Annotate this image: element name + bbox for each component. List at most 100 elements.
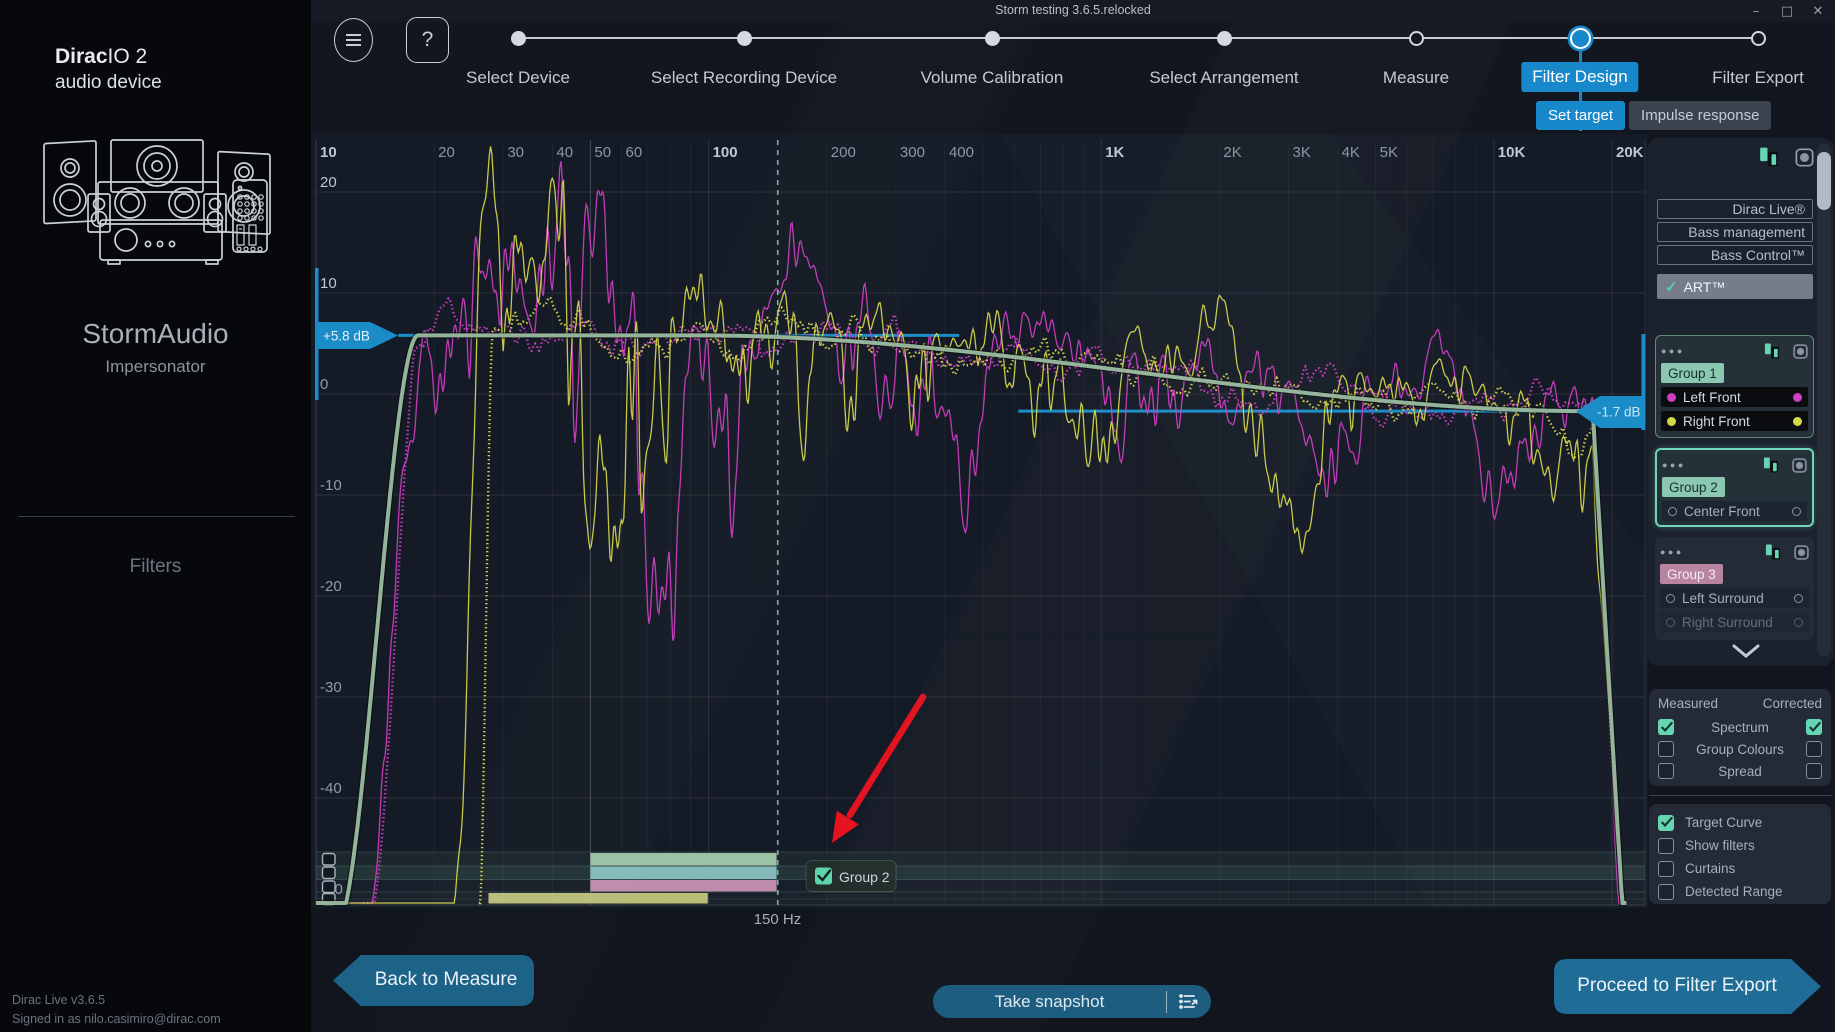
sidebar: DiracIO 2 audio device StormAudio Impers… — [0, 0, 311, 1032]
x-tick-label: 40 — [556, 144, 573, 161]
group-chip[interactable]: Group 1 — [1661, 363, 1724, 383]
step-dot-volume-calibration[interactable] — [984, 31, 1000, 46]
group-target-icon[interactable] — [1794, 544, 1809, 560]
step-label-filter-design[interactable]: Filter Design — [1521, 62, 1639, 92]
measured-spectrum-checkbox[interactable] — [1658, 719, 1674, 735]
sidebar-divider — [18, 516, 295, 517]
snapshot-list-button[interactable] — [1167, 993, 1211, 1010]
step-label-filter-export[interactable]: Filter Export — [1712, 68, 1804, 88]
proceed-to-filter-export-button[interactable]: Proceed to Filter Export — [1551, 956, 1823, 1017]
step-label-select-recording-device[interactable]: Select Recording Device — [651, 68, 837, 88]
filter-range-bar[interactable] — [590, 853, 777, 866]
x-tick-label: 30 — [507, 144, 524, 161]
channel-color-dot — [1793, 392, 1802, 402]
filter-row-checkbox[interactable] — [321, 852, 336, 866]
option-label: Show filters — [1685, 838, 1755, 853]
step-label-measure[interactable]: Measure — [1383, 68, 1449, 88]
corrected-group-colours-checkbox[interactable] — [1806, 741, 1822, 757]
snapshot-button-label: Take snapshot — [994, 991, 1105, 1011]
channel-row-left-surround[interactable]: Left Surround — [1660, 588, 1809, 608]
x-tick-label: 100 — [713, 144, 738, 161]
group-card-1[interactable]: ●●● Group 1 Left Front Right Front — [1655, 335, 1814, 438]
step-label-select-arrangement[interactable]: Select Arrangement — [1149, 68, 1298, 88]
group-target-icon[interactable] — [1792, 457, 1807, 473]
channel-row-left-front[interactable]: Left Front — [1661, 387, 1808, 407]
maximize-button[interactable]: □ — [1778, 2, 1796, 20]
option-row-curtains: Curtains — [1658, 857, 1822, 880]
art-toggle-button[interactable]: ✓ ART™ — [1657, 274, 1813, 299]
curtains-checkbox[interactable] — [1658, 860, 1674, 877]
group-menu-dots[interactable]: ●●● — [1660, 547, 1765, 557]
hamburger-menu-button[interactable] — [334, 18, 373, 62]
mode-button-dirac-live-[interactable]: Dirac Live® — [1657, 199, 1813, 219]
tab-impulse-response[interactable]: Impulse response — [1629, 101, 1772, 130]
filter-range-bar[interactable] — [590, 880, 777, 892]
filter-row-checkbox[interactable] — [321, 880, 336, 894]
group-chip[interactable]: Group 3 — [1660, 564, 1723, 584]
group-card-3[interactable]: ●●● Group 3 Left Surround Right Surround — [1655, 537, 1814, 640]
take-snapshot-button[interactable]: Take snapshot — [933, 985, 1211, 1018]
version-text: Dirac Live v3.6.5 — [12, 993, 106, 1007]
corrected-column-header: Corrected — [1762, 696, 1822, 711]
group-target-icon[interactable] — [1793, 343, 1808, 359]
mode-button-bass-management[interactable]: Bass management — [1657, 222, 1813, 242]
group-layers-icon[interactable] — [1763, 457, 1779, 473]
x-tick-label: 5K — [1380, 144, 1398, 161]
app-root: DiracIO 2 audio device StormAudio Impers… — [0, 0, 1835, 1032]
legend-row-label: Spectrum — [1711, 719, 1769, 735]
channel-row-center-front[interactable]: Center Front — [1662, 501, 1807, 521]
measured-group-colours-checkbox[interactable] — [1658, 741, 1674, 757]
group-menu-dots[interactable]: ●●● — [1662, 460, 1763, 470]
show-filters-checkbox[interactable] — [1658, 837, 1674, 854]
step-label-volume-calibration[interactable]: Volume Calibration — [921, 68, 1064, 88]
chart-group-tooltip[interactable]: Group 2 — [805, 860, 897, 892]
y-tick-label: -20 — [320, 578, 342, 595]
group-menu-dots[interactable]: ●●● — [1661, 346, 1764, 356]
x-tick-label: 20 — [438, 144, 455, 161]
step-dot-select-device[interactable] — [510, 31, 526, 46]
minimize-button[interactable]: – — [1747, 2, 1765, 20]
corrected-spread-checkbox[interactable] — [1806, 763, 1822, 779]
y-tick-label: -40 — [320, 780, 342, 797]
x-tick-label: 10 — [320, 144, 337, 161]
group-layers-icon[interactable] — [1765, 544, 1781, 560]
filter-row-checkbox[interactable] — [321, 866, 336, 880]
channel-row-right-front[interactable]: Right Front — [1661, 411, 1808, 431]
filter-range-bar[interactable] — [488, 893, 708, 904]
y-tick-label: -10 — [320, 477, 342, 494]
group-layers-icon[interactable] — [1764, 343, 1780, 359]
step-dot-select-recording-device[interactable] — [736, 31, 752, 46]
groups-scroll-down-chevron[interactable] — [1722, 640, 1770, 662]
group-card-2[interactable]: ●●● Group 2 Center Front — [1655, 448, 1814, 527]
target-curve-checkbox[interactable] — [1658, 814, 1674, 831]
step-dot-select-arrangement[interactable] — [1216, 31, 1232, 46]
measured-spread-checkbox[interactable] — [1658, 763, 1674, 779]
scrollbar-thumb[interactable] — [1817, 152, 1831, 210]
step-dot-filter-design[interactable] — [1569, 28, 1591, 49]
help-button[interactable]: ? — [406, 17, 449, 63]
art-check-icon: ✓ — [1665, 278, 1678, 296]
tab-set-target[interactable]: Set target — [1536, 101, 1626, 130]
filter-range-bar[interactable] — [590, 866, 777, 880]
channel-empty-dot — [1666, 593, 1675, 603]
proceed-button-label: Proceed to Filter Export — [1577, 975, 1777, 996]
channel-row-right-surround[interactable]: Right Surround — [1660, 612, 1809, 632]
group-chip[interactable]: Group 2 — [1662, 477, 1725, 497]
mode-button-bass-control-[interactable]: Bass Control™ — [1657, 245, 1813, 265]
snapshot-list-icon — [1179, 994, 1198, 1009]
back-to-measure-button[interactable]: Back to Measure — [331, 952, 537, 1009]
option-label: Curtains — [1685, 861, 1736, 876]
close-button[interactable]: ✕ — [1809, 2, 1827, 20]
step-dot-measure[interactable] — [1408, 31, 1424, 46]
group-target-icon[interactable] — [1795, 148, 1814, 167]
step-label-select-device[interactable]: Select Device — [466, 68, 570, 88]
y-tick-label: 10 — [320, 275, 337, 292]
group-layers-icon[interactable] — [1759, 147, 1779, 167]
sidebar-item-filters[interactable]: Filters — [0, 556, 311, 578]
detected-range-checkbox[interactable] — [1658, 883, 1674, 900]
groups-scrollbar[interactable] — [1817, 144, 1831, 656]
frequency-response-chart: 10 20 30 40 50 60 100 200 300 400 1K 2K 3K 4K 5K 10K 20K… — [311, 134, 1648, 928]
step-dot-filter-export[interactable] — [1750, 31, 1766, 46]
corrected-spectrum-checkbox[interactable] — [1806, 719, 1822, 735]
tooltip-label: Group 2 — [839, 869, 890, 885]
